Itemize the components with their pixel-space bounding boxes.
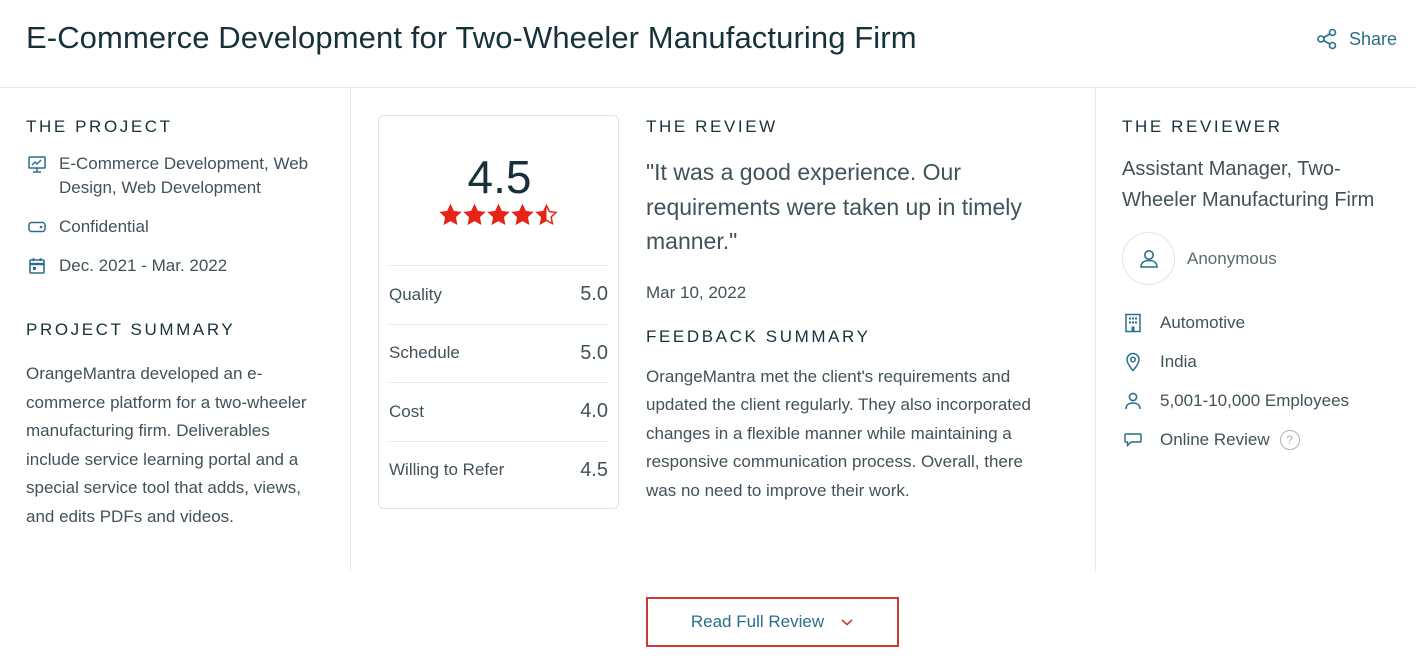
reviewer-company-size: 5,001-10,000 Employees bbox=[1122, 389, 1412, 413]
reviewer-review-type-text: Online Review bbox=[1160, 430, 1270, 449]
reviewer-review-type: Online Review ? bbox=[1122, 428, 1412, 452]
reviewer-location: India bbox=[1122, 350, 1412, 374]
project-dates-text: Dec. 2021 - Mar. 2022 bbox=[59, 256, 228, 275]
project-dates: Dec. 2021 - Mar. 2022 bbox=[26, 254, 326, 278]
project-column: THE PROJECT E-Commerce Development, Web … bbox=[26, 117, 326, 532]
overall-rating: 4.5 bbox=[467, 151, 532, 203]
rating-card: 4.5 Quality 5.0 Schedule 5.0 Cost 4.0 Willing … bbox=[378, 115, 619, 509]
rating-row-label: Schedule bbox=[389, 343, 460, 363]
feedback-summary-label: FEEDBACK SUMMARY bbox=[646, 326, 871, 346]
building-icon bbox=[1122, 312, 1144, 334]
rating-row-label: Cost bbox=[389, 401, 424, 421]
project-services-text: E-Commerce Development, Web Design, Web … bbox=[59, 154, 309, 197]
rating-row-value: 4.0 bbox=[580, 400, 608, 423]
project-budget-text: Confidential bbox=[59, 217, 149, 236]
reviewer-label: THE REVIEWER bbox=[1122, 117, 1283, 136]
presentation-icon bbox=[26, 153, 48, 175]
page-title: E-Commerce Development for Two-Wheeler M… bbox=[26, 20, 917, 55]
star-full-icon bbox=[463, 204, 486, 226]
feedback-summary-text: OrangeMantra met the client's requiremen… bbox=[646, 366, 1031, 500]
share-icon bbox=[1316, 28, 1338, 50]
rating-row-label: Quality bbox=[389, 284, 442, 304]
rating-row-label: Willing to Refer bbox=[389, 460, 505, 480]
rating-row-value: 4.5 bbox=[580, 458, 608, 481]
project-summary-text: OrangeMantra developed an e-commerce pla… bbox=[26, 364, 307, 526]
reviewer-name: Anonymous bbox=[1187, 248, 1277, 268]
person-icon bbox=[1122, 390, 1144, 412]
star-half-icon bbox=[535, 204, 558, 226]
rating-row: Cost 4.0 bbox=[389, 382, 608, 441]
tag-icon bbox=[26, 216, 48, 238]
help-icon[interactable]: ? bbox=[1279, 430, 1300, 450]
review-date: Mar 10, 2022 bbox=[646, 282, 747, 302]
reviewer-column: THE REVIEWER Assistant Manager, Two-Whee… bbox=[1122, 117, 1412, 452]
reviewer-title: Assistant Manager, Two-Wheeler Manufactu… bbox=[1122, 158, 1375, 211]
project-summary-label: PROJECT SUMMARY bbox=[26, 320, 236, 339]
star-rating bbox=[439, 204, 558, 226]
rating-row-value: 5.0 bbox=[580, 341, 608, 364]
review-column: THE REVIEW "It was a good experience. Ou… bbox=[646, 117, 1066, 505]
review-label: THE REVIEW bbox=[646, 117, 778, 136]
project-budget: Confidential bbox=[26, 215, 326, 239]
location-pin-icon bbox=[1122, 351, 1144, 373]
rating-row: Quality 5.0 bbox=[389, 265, 608, 324]
star-full-icon bbox=[439, 204, 462, 226]
read-full-review-button[interactable]: Read Full Review bbox=[646, 597, 899, 647]
star-full-icon bbox=[487, 204, 510, 226]
read-full-review-label: Read Full Review bbox=[690, 612, 825, 631]
reviewer-industry-text: Automotive bbox=[1160, 313, 1246, 332]
review-quote: "It was a good experience. Our requireme… bbox=[646, 159, 1022, 254]
chat-bubble-icon bbox=[1122, 429, 1144, 451]
reviewer-identity: Anonymous bbox=[1122, 232, 1412, 285]
project-label: THE PROJECT bbox=[26, 117, 173, 136]
star-full-icon bbox=[511, 204, 534, 226]
column-divider bbox=[1095, 88, 1096, 571]
rating-breakdown: Quality 5.0 Schedule 5.0 Cost 4.0 Willing to R… bbox=[389, 265, 608, 499]
calendar-icon bbox=[26, 255, 48, 277]
share-button[interactable]: Share bbox=[1316, 28, 1397, 50]
reviewer-industry: Automotive bbox=[1122, 311, 1412, 335]
chevron-down-icon bbox=[840, 617, 854, 627]
rating-row-value: 5.0 bbox=[580, 283, 608, 306]
reviewer-company-size-text: 5,001-10,000 Employees bbox=[1160, 391, 1350, 410]
share-label: Share bbox=[1348, 28, 1397, 49]
rating-row: Schedule 5.0 bbox=[389, 323, 608, 383]
page-header: E-Commerce Development for Two-Wheeler M… bbox=[0, 0, 1416, 88]
rating-row: Willing to Refer 4.5 bbox=[389, 440, 608, 500]
avatar bbox=[1122, 232, 1175, 285]
reviewer-location-text: India bbox=[1160, 352, 1197, 371]
project-services: E-Commerce Development, Web Design, Web … bbox=[26, 152, 326, 200]
column-divider bbox=[350, 88, 351, 571]
user-icon bbox=[1139, 249, 1158, 268]
